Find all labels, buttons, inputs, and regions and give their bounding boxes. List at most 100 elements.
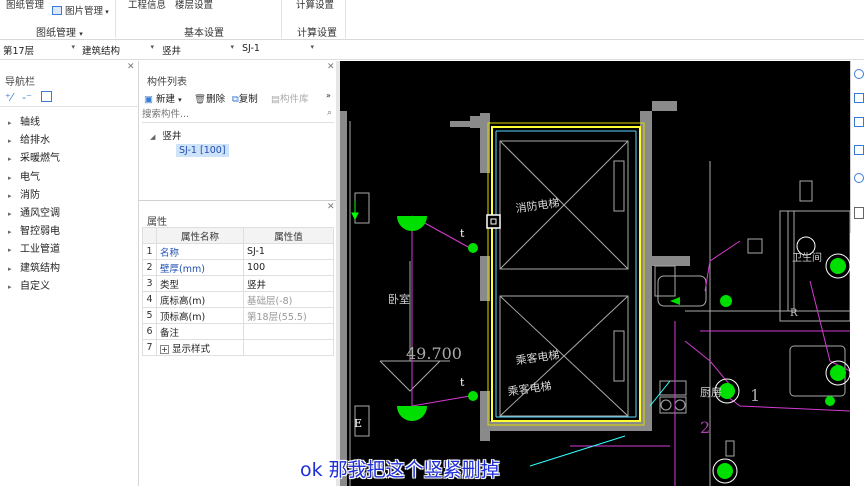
layer-icon[interactable]: [854, 207, 864, 219]
search-input[interactable]: [142, 107, 312, 121]
expand-icon[interactable]: ⁺⁄: [5, 91, 13, 104]
edit-icon[interactable]: [41, 91, 53, 102]
view-3d-icon[interactable]: [854, 93, 864, 103]
num-header: [142, 227, 157, 244]
nav-item-label: 工业管道: [20, 244, 60, 256]
table-row[interactable]: 2 壁厚(mm) 100: [142, 259, 334, 276]
property-value[interactable]: [243, 339, 334, 356]
nav-item[interactable]: ▸ 智控弱电: [8, 222, 60, 237]
elevator-label-fire: 消防电梯: [515, 195, 561, 215]
room-outlines: [349, 121, 851, 486]
property-name: 名称: [156, 243, 244, 260]
chevron-down-icon: ▾: [79, 30, 83, 38]
new-icon: ▣: [144, 94, 153, 105]
elevator-label-passenger: 乘客电梯: [515, 347, 561, 367]
close-icon[interactable]: ✕: [327, 62, 335, 72]
item-select[interactable]: SJ-1 ▾: [242, 43, 314, 57]
nav-item[interactable]: ▸ 自定义: [8, 277, 50, 292]
table-row[interactable]: 7 + 显示样式: [142, 339, 334, 356]
chevron-right-icon: ▸: [8, 155, 12, 164]
group-label-drawing: 图纸管理 ▾: [36, 28, 83, 39]
table-row[interactable]: 5 顶标高(m) 第18层(55.5): [142, 307, 334, 324]
library-button[interactable]: ▤构件库: [271, 91, 309, 105]
tree-root[interactable]: ◢ 竖井: [150, 128, 181, 142]
image-icon: [52, 6, 62, 15]
collapse-icon[interactable]: ‐⁻: [22, 91, 32, 104]
more-icon[interactable]: »: [326, 91, 331, 100]
property-value[interactable]: 100: [243, 259, 334, 276]
nav-item[interactable]: ▸ 给排水: [8, 131, 50, 146]
new-button[interactable]: ▣ 新建 ▾: [144, 91, 182, 105]
room-label-kitchen: 厨房: [700, 386, 722, 399]
nav-item-label: 采暖燃气: [20, 153, 60, 165]
chevron-down-icon: ▾: [150, 43, 154, 51]
type-select[interactable]: 竖井 ▾: [162, 43, 234, 57]
project-info-button[interactable]: 工程信息: [128, 0, 166, 11]
floor-settings-button[interactable]: 楼层设置: [175, 0, 213, 11]
close-icon[interactable]: ✕: [127, 62, 135, 72]
property-value[interactable]: SJ-1: [243, 243, 334, 260]
search-icon[interactable]: ⌕: [327, 108, 332, 118]
table-row[interactable]: 6 备注: [142, 323, 334, 340]
property-value[interactable]: 基础层(-8): [243, 291, 334, 308]
label-1: 1: [750, 386, 760, 405]
room-label-bedroom: 卧室: [388, 292, 410, 306]
cad-canvas[interactable]: 卧室 消防电梯 乘客电梯 乘客电梯 49.700 卫生间 厨房 E t t R …: [340, 61, 851, 486]
property-name: 底标高(m): [156, 291, 244, 308]
selector-bar: 第17层 ▾ 建筑结构 ▾ 竖井 ▾ SJ-1 ▾: [0, 40, 864, 60]
nav-item[interactable]: ▸ 建筑结构: [8, 259, 60, 274]
property-value[interactable]: 竖井: [243, 275, 334, 292]
image-mgmt-button[interactable]: 图片管理 ▾: [52, 3, 109, 17]
delete-button[interactable]: 🗑删除: [194, 91, 225, 105]
search-box: ⌕: [142, 107, 334, 123]
nav-item[interactable]: ▸ 消防: [8, 186, 40, 201]
drawing-mgmt-button[interactable]: 图纸管理: [6, 0, 44, 11]
nav-item[interactable]: ▸ 采暖燃气: [8, 149, 60, 164]
view-sphere-icon[interactable]: [854, 69, 864, 79]
ribbon-divider: [345, 0, 346, 38]
cad-text: 卧室 消防电梯 乘客电梯 乘客电梯 49.700 卫生间 厨房 E t t R …: [354, 195, 822, 437]
tree-item-sj1[interactable]: SJ-1 [100]: [176, 144, 229, 157]
cad-drawing[interactable]: 卧室 消防电梯 乘客电梯 乘客电梯 49.700 卫生间 厨房 E t t R …: [340, 61, 851, 486]
chevron-right-icon: ▸: [8, 137, 12, 146]
component-list-title: 构件列表: [147, 77, 187, 88]
group-label-basic: 基本设置: [184, 28, 224, 39]
nav-item-label: 轴线: [20, 117, 40, 128]
rotate-icon[interactable]: [854, 173, 864, 183]
table-row[interactable]: 1 名称 SJ-1: [142, 243, 334, 260]
calc-settings-button[interactable]: 计算设置: [296, 0, 334, 11]
table-row[interactable]: 4 底标高(m) 基础层(-8): [142, 291, 334, 308]
group-label-calc: 计算设置: [297, 28, 337, 39]
label-2: 2: [700, 418, 710, 437]
label-e: E: [354, 417, 362, 430]
nav-item[interactable]: ▸ 轴线: [8, 113, 40, 128]
chevron-right-icon: ▸: [8, 210, 12, 218]
label-t2: t: [460, 376, 465, 389]
nav-item-label: 建筑结构: [20, 262, 60, 274]
category-select[interactable]: 建筑结构 ▾: [82, 43, 154, 57]
property-value[interactable]: [243, 323, 334, 340]
close-icon[interactable]: ✕: [327, 202, 335, 212]
nav-item[interactable]: ▸ 通风空调: [8, 204, 60, 219]
label-r: R: [790, 308, 798, 319]
nav-item[interactable]: ▸ 工业管道: [8, 240, 60, 255]
divider: [139, 200, 336, 201]
expand-plus-icon[interactable]: +: [160, 344, 169, 354]
chevron-down-icon: ▾: [71, 43, 75, 51]
view-cube-icon[interactable]: [854, 117, 864, 127]
video-subtitle: ok 那我把这个竖紧删掉: [300, 459, 500, 481]
chevron-right-icon: ▸: [8, 228, 12, 237]
copy-icon: ⧉: [232, 94, 239, 105]
property-value[interactable]: 第18层(55.5): [243, 307, 334, 324]
nav-item[interactable]: ▸ 电气: [8, 168, 40, 183]
elevator-label-passenger2: 乘客电梯: [507, 378, 553, 398]
view-box-icon[interactable]: [854, 145, 864, 155]
copy-button[interactable]: ⧉复制: [232, 91, 258, 105]
legend-markers: [351, 201, 359, 221]
label-t1: t: [460, 227, 465, 240]
properties-header: 属性名称 属性值: [142, 227, 334, 244]
table-row[interactable]: 3 类型 竖井: [142, 275, 334, 292]
trash-icon: 🗑: [194, 94, 207, 105]
floor-select[interactable]: 第17层 ▾: [3, 43, 75, 57]
grip-handle[interactable]: [486, 214, 501, 229]
